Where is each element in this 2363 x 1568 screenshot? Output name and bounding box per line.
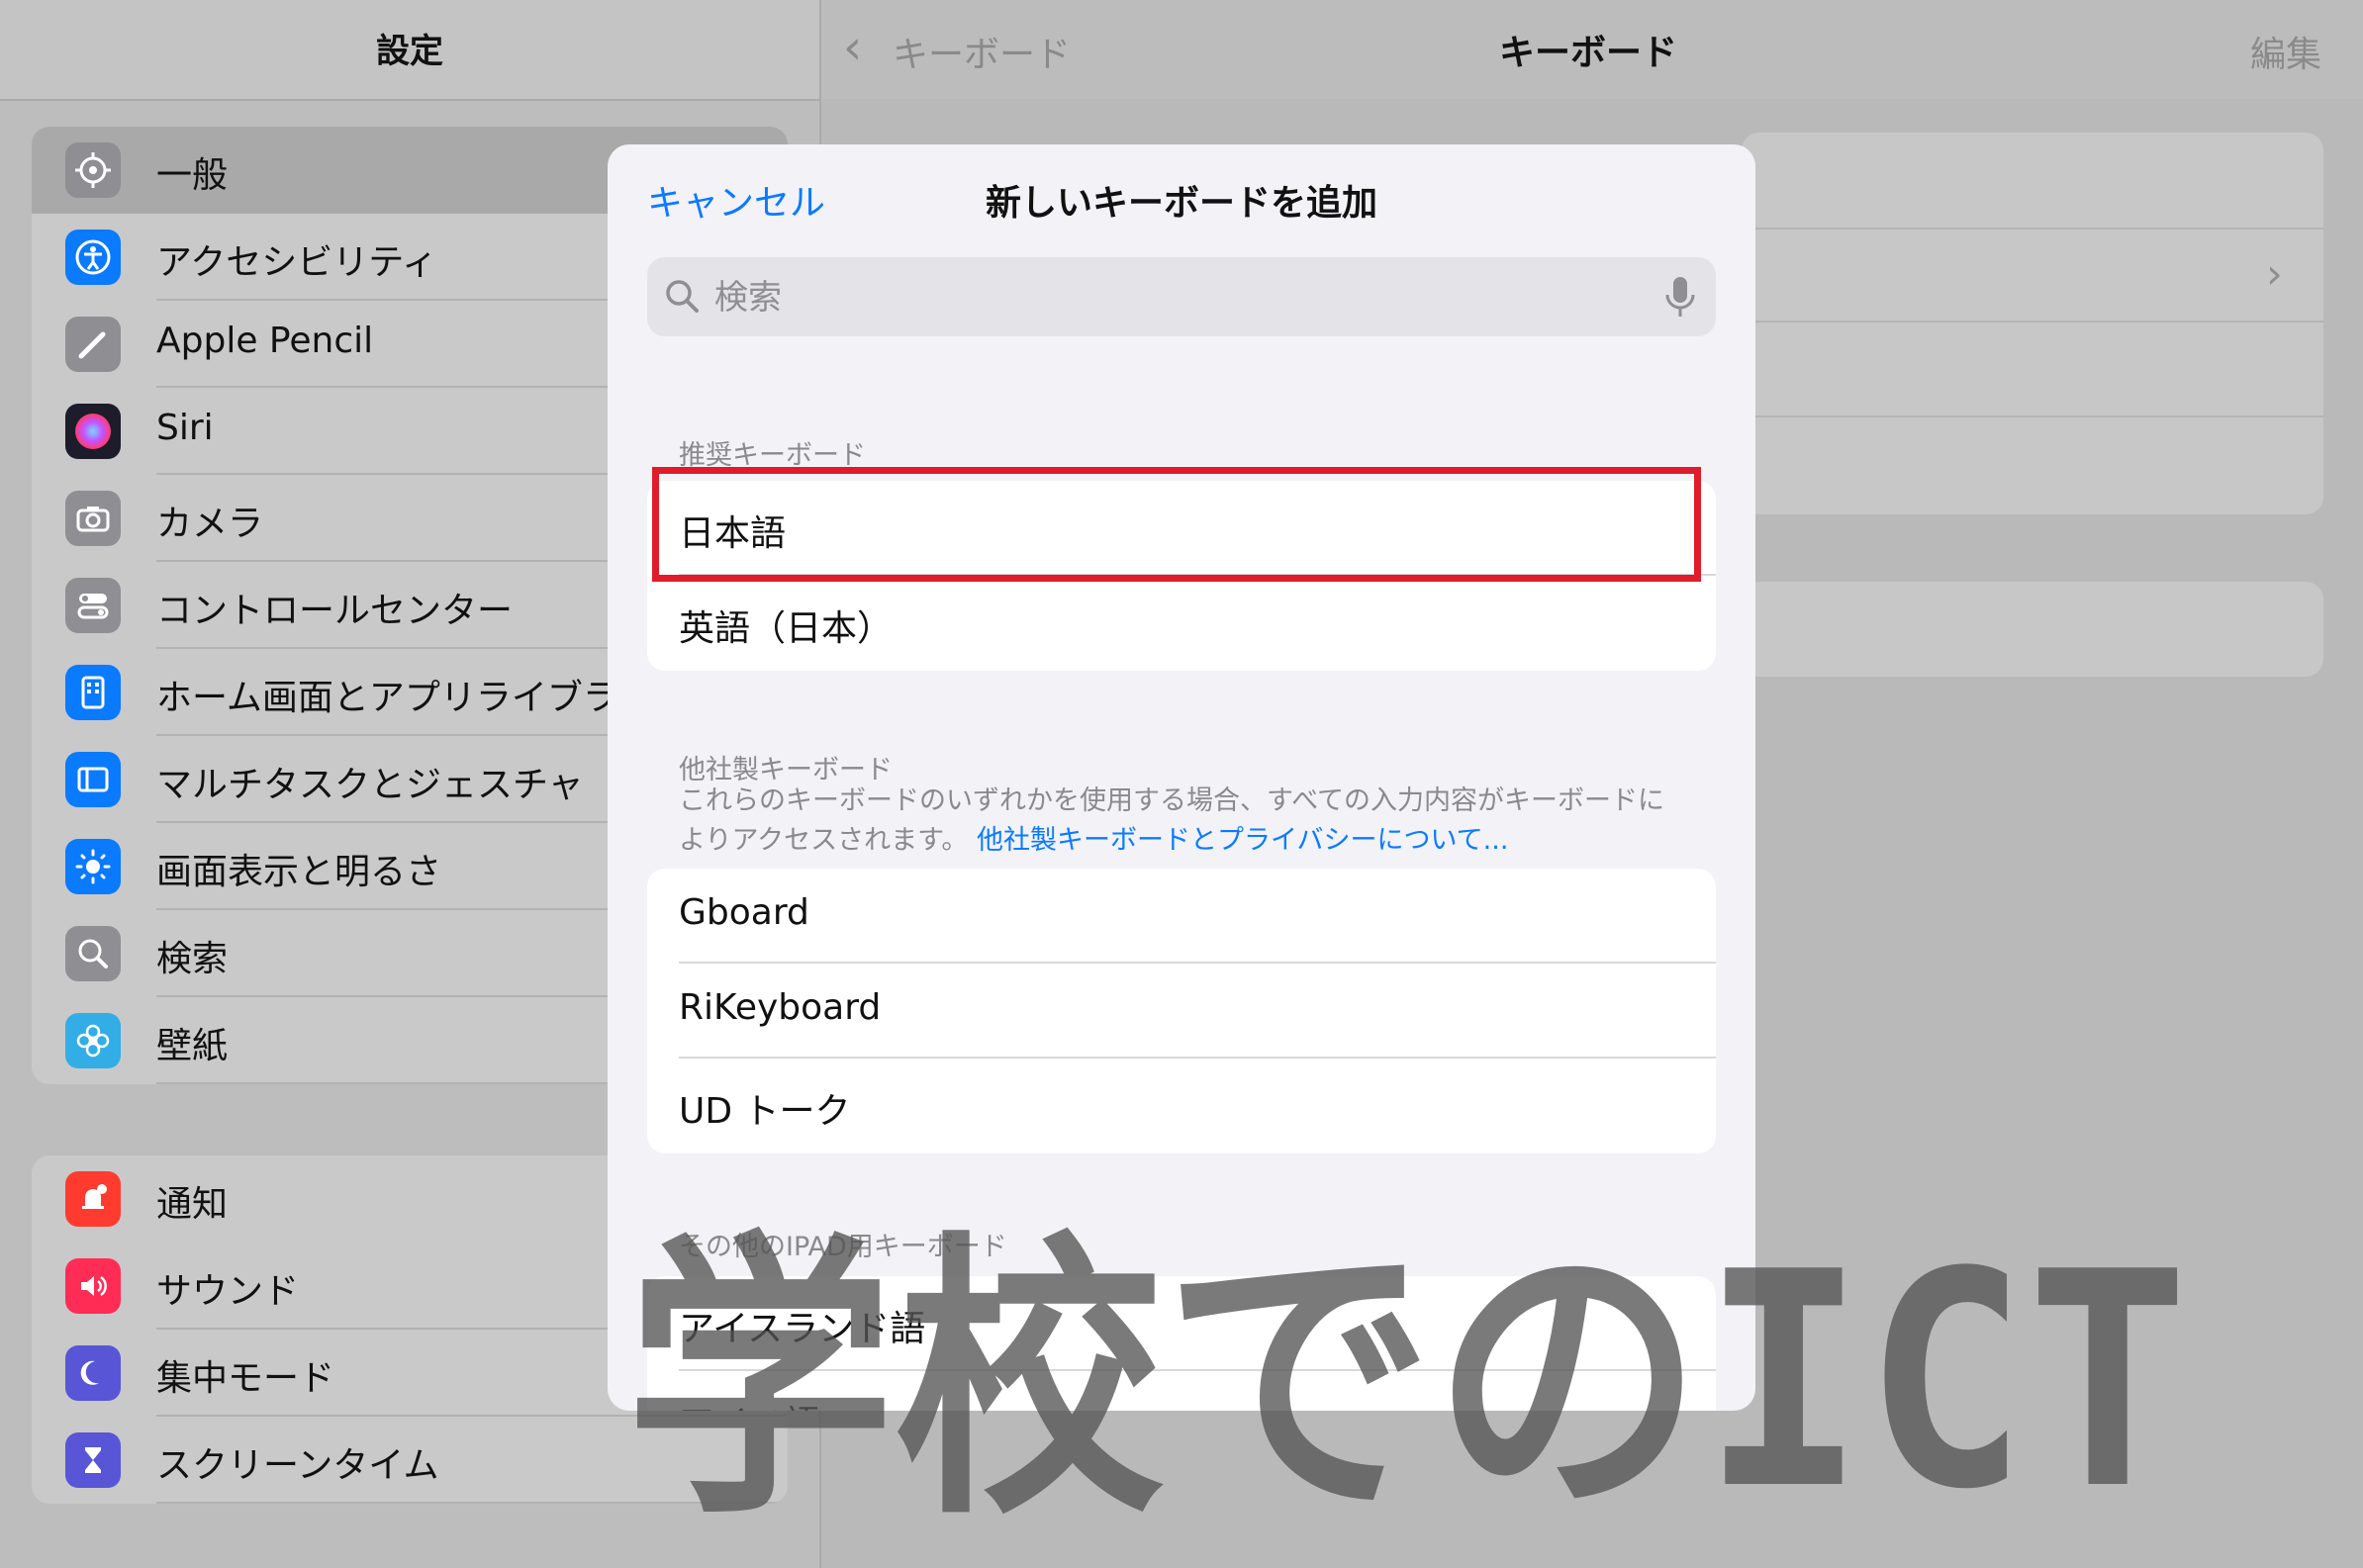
sidebar-title: 設定 bbox=[376, 32, 443, 71]
keyboard-option-rikeyboard[interactable]: RiKeyboard bbox=[647, 964, 1716, 1059]
keyboard-option-label: UD トーク bbox=[679, 1091, 851, 1132]
edit-button[interactable]: 編集 bbox=[2250, 26, 2321, 77]
multitask-icon bbox=[65, 752, 121, 807]
camera-icon bbox=[65, 491, 121, 546]
keyboard-option-label: 英語（日本） bbox=[679, 608, 894, 649]
sidebar-item-label: 通知 bbox=[156, 1184, 229, 1225]
siri-icon bbox=[65, 404, 121, 459]
section-header: その他のIPAD用キーボード bbox=[679, 1232, 1007, 1262]
keyboard-option-label: RiKeyboard bbox=[679, 987, 882, 1028]
toggles-icon bbox=[65, 578, 121, 633]
sidebar-item-label: ホーム画面とアプリライブラ bbox=[156, 678, 618, 718]
sidebar-item-label: スクリーンタイム bbox=[156, 1445, 439, 1486]
sidebar-item-label: 壁紙 bbox=[156, 1026, 229, 1066]
keyboard-option-label: Gboard bbox=[679, 892, 809, 933]
cancel-button[interactable]: キャンセル bbox=[647, 174, 825, 226]
keyboard-option-label: アイヌ語 bbox=[679, 1395, 819, 1411]
wallpaper-icon bbox=[65, 1013, 121, 1068]
search-icon bbox=[65, 926, 121, 981]
sidebar-item-label: Apple Pencil bbox=[156, 321, 374, 361]
add-keyboard-sheet: 新しいキーボードを追加 キャンセル 推奨キーボード 日本語 英語（日本） 他社製… bbox=[608, 144, 1755, 1411]
page-title: キーボード bbox=[1498, 33, 1677, 73]
sidebar-item-label: 集中モード bbox=[156, 1358, 335, 1399]
sidebar-item-label: マルチタスクとジェスチャ bbox=[156, 765, 584, 805]
privacy-note: これらのキーボードのいずれかを使用する場合、すべての入力内容がキーボードによりア… bbox=[679, 782, 1688, 861]
keyboard-settings-card bbox=[1742, 133, 2323, 514]
divider bbox=[1742, 321, 2323, 323]
chevron-left-icon[interactable]: ‹ bbox=[843, 20, 862, 75]
bell-icon bbox=[65, 1171, 121, 1227]
sidebar-item-label: 一般 bbox=[156, 155, 229, 196]
chevron-right-icon[interactable]: › bbox=[2266, 249, 2283, 298]
keyboard-settings-card-2 bbox=[1742, 582, 2323, 677]
sidebar-item-label: コントロールセンター bbox=[156, 591, 514, 631]
privacy-link[interactable]: 他社製キーボードとプライバシーについて... bbox=[977, 825, 1508, 856]
search-icon bbox=[666, 280, 699, 313]
sidebar-item-label: 画面表示と明るさ bbox=[156, 852, 442, 892]
keyboard-option-label: アイスランド語 bbox=[679, 1309, 926, 1349]
keyboard-option-icelandic[interactable]: アイスランド語 bbox=[647, 1276, 1716, 1371]
speaker-icon bbox=[65, 1258, 121, 1314]
search-bar bbox=[647, 257, 1716, 336]
back-button[interactable]: キーボード bbox=[893, 26, 1071, 77]
keyboard-option-english-japan[interactable]: 英語（日本） bbox=[647, 576, 1716, 671]
sidebar-item-label: サウンド bbox=[156, 1271, 300, 1312]
sidebar-item-label: カメラ bbox=[156, 504, 264, 544]
sidebar-header: 設定 bbox=[0, 0, 819, 101]
keyboard-option-ud-talk[interactable]: UD トーク bbox=[647, 1059, 1716, 1153]
keyboard-option-gboard[interactable]: Gboard bbox=[647, 869, 1716, 964]
accessibility-icon bbox=[65, 230, 121, 285]
divider bbox=[1742, 415, 2323, 417]
microphone-icon[interactable] bbox=[1658, 273, 1702, 321]
pencil-icon bbox=[65, 317, 121, 372]
brightness-icon bbox=[65, 839, 121, 894]
sidebar-item-screen-time[interactable]: スクリーンタイム bbox=[32, 1417, 788, 1504]
highlight-box bbox=[652, 467, 1701, 582]
keyboard-option-ainu[interactable]: アイヌ語 bbox=[647, 1371, 1716, 1411]
sidebar-item-label: 検索 bbox=[156, 939, 229, 979]
hourglass-icon bbox=[65, 1432, 121, 1488]
divider bbox=[1742, 228, 2323, 230]
home-screen-icon bbox=[65, 665, 121, 720]
other-keyboard-list: アイスランド語 アイヌ語 bbox=[647, 1276, 1716, 1411]
gear-icon bbox=[65, 142, 121, 198]
sidebar-item-label: Siri bbox=[156, 408, 214, 448]
sidebar-item-label: アクセシビリティ bbox=[156, 242, 438, 283]
search-input[interactable] bbox=[712, 267, 1607, 328]
moon-icon bbox=[65, 1345, 121, 1401]
third-party-keyboard-list: Gboard RiKeyboard UD トーク bbox=[647, 869, 1716, 1153]
divider bbox=[156, 1502, 788, 1504]
